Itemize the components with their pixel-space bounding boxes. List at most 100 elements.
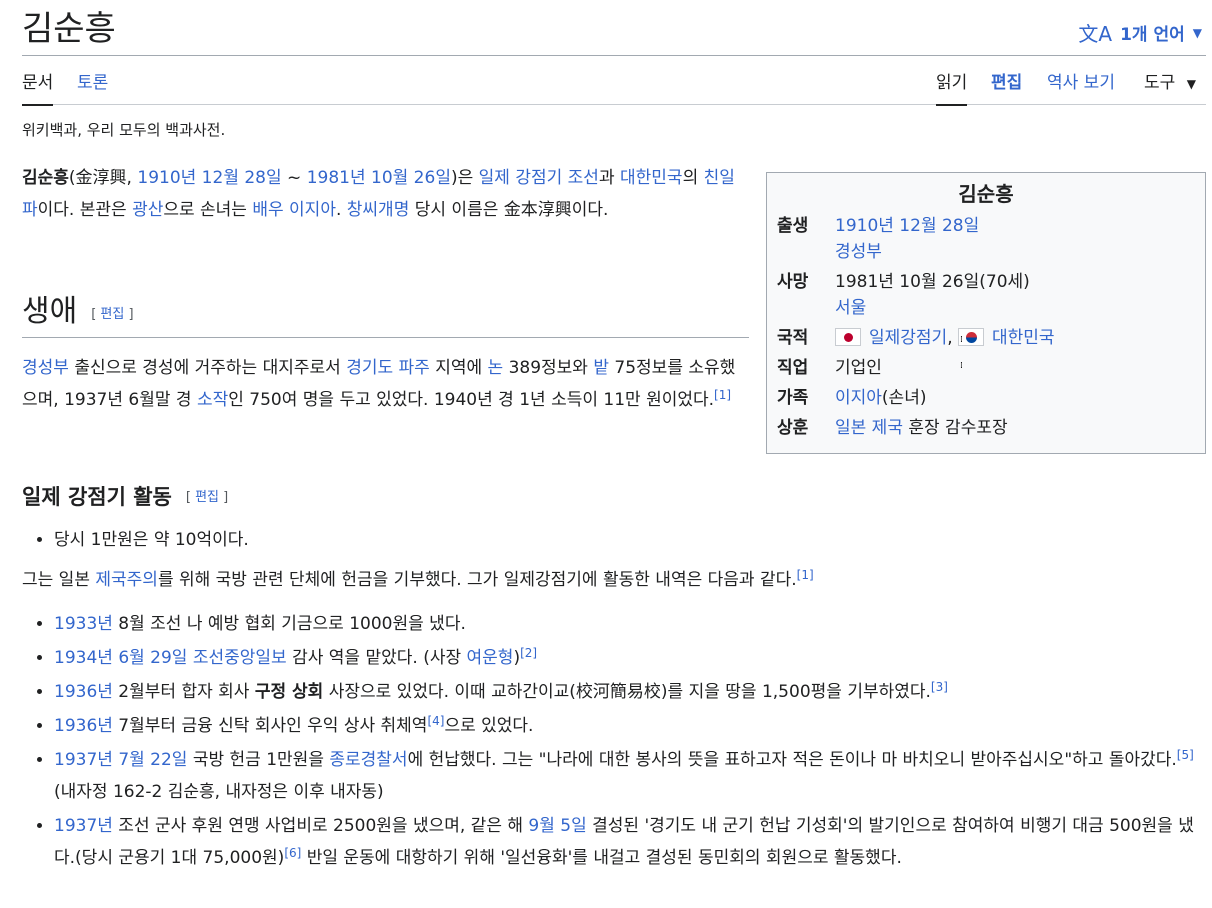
translate-icon: 文A [1078, 22, 1113, 46]
text: 7월부터 금융 신탁 회사인 우익 상사 취체역 [112, 716, 428, 736]
nation-link-japan[interactable]: 일제강점기 [869, 328, 947, 348]
death-date-link[interactable]: 1981년 10월 26일 [307, 168, 451, 188]
heading-text: 생애 [22, 295, 78, 328]
date-link[interactable]: 9월 5일 [528, 816, 586, 836]
edit-section-link[interactable]: [ 편집 ] [91, 307, 133, 322]
year-link[interactable]: 1937년 [54, 816, 113, 836]
list-item: 1936년 7월부터 금융 신탁 회사인 우익 상사 취체역[4]으로 있었다. [54, 710, 1198, 742]
year-link[interactable]: 1937년 [54, 750, 113, 770]
tab-history[interactable]: 역사 보기 [1047, 72, 1115, 94]
text: 으로 손녀는 [163, 200, 253, 220]
section-heading-activity: 일제 강점기 활동 [ 편집 ] [22, 482, 228, 513]
date-link[interactable]: 6월 29일 [118, 648, 187, 668]
subject-name: 김순흥 [22, 168, 69, 188]
year-link[interactable]: 1933년 [54, 614, 113, 634]
year-link[interactable]: 1934년 [54, 648, 113, 668]
family-link[interactable]: 이지아 [835, 388, 882, 408]
tools-label: 도구 [1144, 73, 1176, 93]
death-place-link[interactable]: 서울 [835, 298, 866, 318]
imperialism-link[interactable]: 제국주의 [95, 570, 158, 590]
date-link[interactable]: 7월 22일 [118, 750, 187, 770]
colonial-korea-link[interactable]: 일제 강점기 조선 [479, 168, 599, 188]
edit-label[interactable]: 편집 [100, 307, 124, 322]
text: 그는 일본 [22, 570, 96, 590]
text: )은 [450, 168, 479, 188]
list-item: 1937년 조선 군사 후원 연맹 사업비로 2500원을 냈으며, 같은 해 … [54, 810, 1198, 874]
infobox-row-death: 사망 1981년 10월 26일(70세) 서울 [777, 269, 1195, 321]
text: 389정보와 [503, 358, 594, 378]
tab-edit[interactable]: 편집 [991, 72, 1022, 94]
heading-text: 일제 강점기 활동 [22, 485, 172, 509]
language-label: 1개 언어 [1120, 25, 1185, 45]
section-heading-life: 생애 [ 편집 ] [22, 292, 749, 338]
actress-link[interactable]: 배우 이지아 [252, 200, 336, 220]
edit-label[interactable]: 편집 [195, 490, 219, 505]
text: 8월 조선 나 예방 협회 기금으로 1000원을 냈다. [112, 614, 466, 634]
reference-link[interactable]: [2] [520, 646, 537, 660]
year-link[interactable]: 1936년 [54, 716, 113, 736]
reference-link[interactable]: [5] [1177, 748, 1194, 762]
rice-paddy-link[interactable]: 논 [488, 358, 504, 378]
text: ~ [281, 168, 307, 188]
gwangsan-link[interactable]: 광산 [132, 200, 163, 220]
title-bar: 김순흥 文A 1개 언어 ▼ [22, 0, 1206, 56]
japan-flag-icon [835, 328, 861, 346]
list-item: 1934년 6월 29일 조선중앙일보 감사 역을 맡았다. (사장 여운형)[… [54, 642, 1198, 674]
text: 2월부터 합자 회사 [112, 682, 255, 702]
chevron-down-icon: ▼ [1192, 25, 1202, 40]
reference-link[interactable]: [1] [714, 388, 731, 402]
tab-read[interactable]: 읽기 [936, 72, 968, 106]
reference-link[interactable]: [6] [284, 846, 301, 860]
infobox-label: 국적 [777, 328, 809, 348]
soshi-kaimei-link[interactable]: 창씨개명 [347, 200, 410, 220]
award-link[interactable]: 일본 제국 [835, 418, 903, 438]
list-item: 1936년 2월부터 합자 회사 구정 상회 사장으로 있었다. 이때 교하간이… [54, 676, 1198, 708]
tab-article[interactable]: 문서 [22, 72, 54, 106]
lead-paragraph: 김순흥(金淳興, 1910년 12월 28일 ~ 1981년 10월 26일)은… [22, 162, 749, 226]
infobox-value: 1981년 10월 26일(70세) 서울 [835, 269, 1195, 321]
newspaper-link[interactable]: 조선중앙일보 [193, 648, 287, 668]
chevron-down-icon: ▼ [1186, 77, 1196, 91]
text: 를 위해 국방 관련 단체에 헌금을 기부했다. 그가 일제강점기에 활동한 내… [157, 570, 797, 590]
police-station-link[interactable]: 종로경찰서 [329, 750, 407, 770]
infobox-title: 김순흥 [958, 182, 1014, 206]
birth-date-link[interactable]: 1910년 12월 28일 [137, 168, 281, 188]
infobox-row-birth: 출생 1910년 12월 28일 경성부 [777, 213, 1195, 265]
text: , [947, 328, 959, 348]
infobox-value: 일본 제국 훈장 감수포장 [835, 415, 1195, 441]
reference-link[interactable]: [3] [931, 680, 948, 694]
text: 훈장 감수포장 [902, 418, 1008, 438]
infobox-label: 사망 [777, 272, 809, 292]
text: 으로 있었다. [444, 716, 534, 736]
tab-talk[interactable]: 토론 [77, 72, 108, 94]
paju-link[interactable]: 경기도 파주 [346, 358, 430, 378]
tenancy-link[interactable]: 소작 [197, 390, 228, 410]
reference-link[interactable]: [4] [427, 714, 444, 728]
language-button[interactable]: 文A 1개 언어 ▼ [1078, 18, 1202, 47]
reference-link[interactable]: [1] [797, 568, 814, 582]
infobox-value: 일제강점기, 대한민국 [835, 325, 1195, 379]
birth-place-link[interactable]: 경성부 [835, 242, 882, 262]
text: 의 [682, 168, 704, 188]
nation-link-korea[interactable]: 대한민국 [992, 328, 1055, 348]
edit-section-link[interactable]: [ 편집 ] [186, 490, 228, 505]
gyeongseong-link[interactable]: 경성부 [22, 358, 69, 378]
tools-menu[interactable]: 도구 ▼ [1144, 72, 1196, 95]
text: . [335, 200, 347, 220]
text: 에 헌납했다. 그는 "나라에 대한 봉사의 뜻을 표하고자 적은 돈이나 마 … [407, 750, 1177, 770]
tagline: 위키백과, 우리 모두의 백과사전. [22, 121, 226, 139]
birth-date-link[interactable]: 1910년 12월 28일 [835, 216, 979, 236]
person-link[interactable]: 여운형 [467, 648, 514, 668]
korea-flag-icon [958, 327, 985, 379]
infobox-label: 가족 [777, 388, 809, 408]
death-date: 1981년 10월 26일(70세) [835, 272, 1030, 292]
text: 과 [598, 168, 620, 188]
list-item: 1933년 8월 조선 나 예방 협회 기금으로 1000원을 냈다. [54, 608, 1198, 640]
field-link[interactable]: 밭 [593, 358, 609, 378]
infobox-value: 기업인 [835, 358, 882, 378]
text: 감사 역을 맡았다. (사장 [286, 648, 467, 668]
year-link[interactable]: 1936년 [54, 682, 113, 702]
text: 당시 이름은 金本淳興이다. [409, 200, 609, 220]
text: 국방 헌금 1만원을 [187, 750, 330, 770]
korea-link[interactable]: 대한민국 [620, 168, 683, 188]
